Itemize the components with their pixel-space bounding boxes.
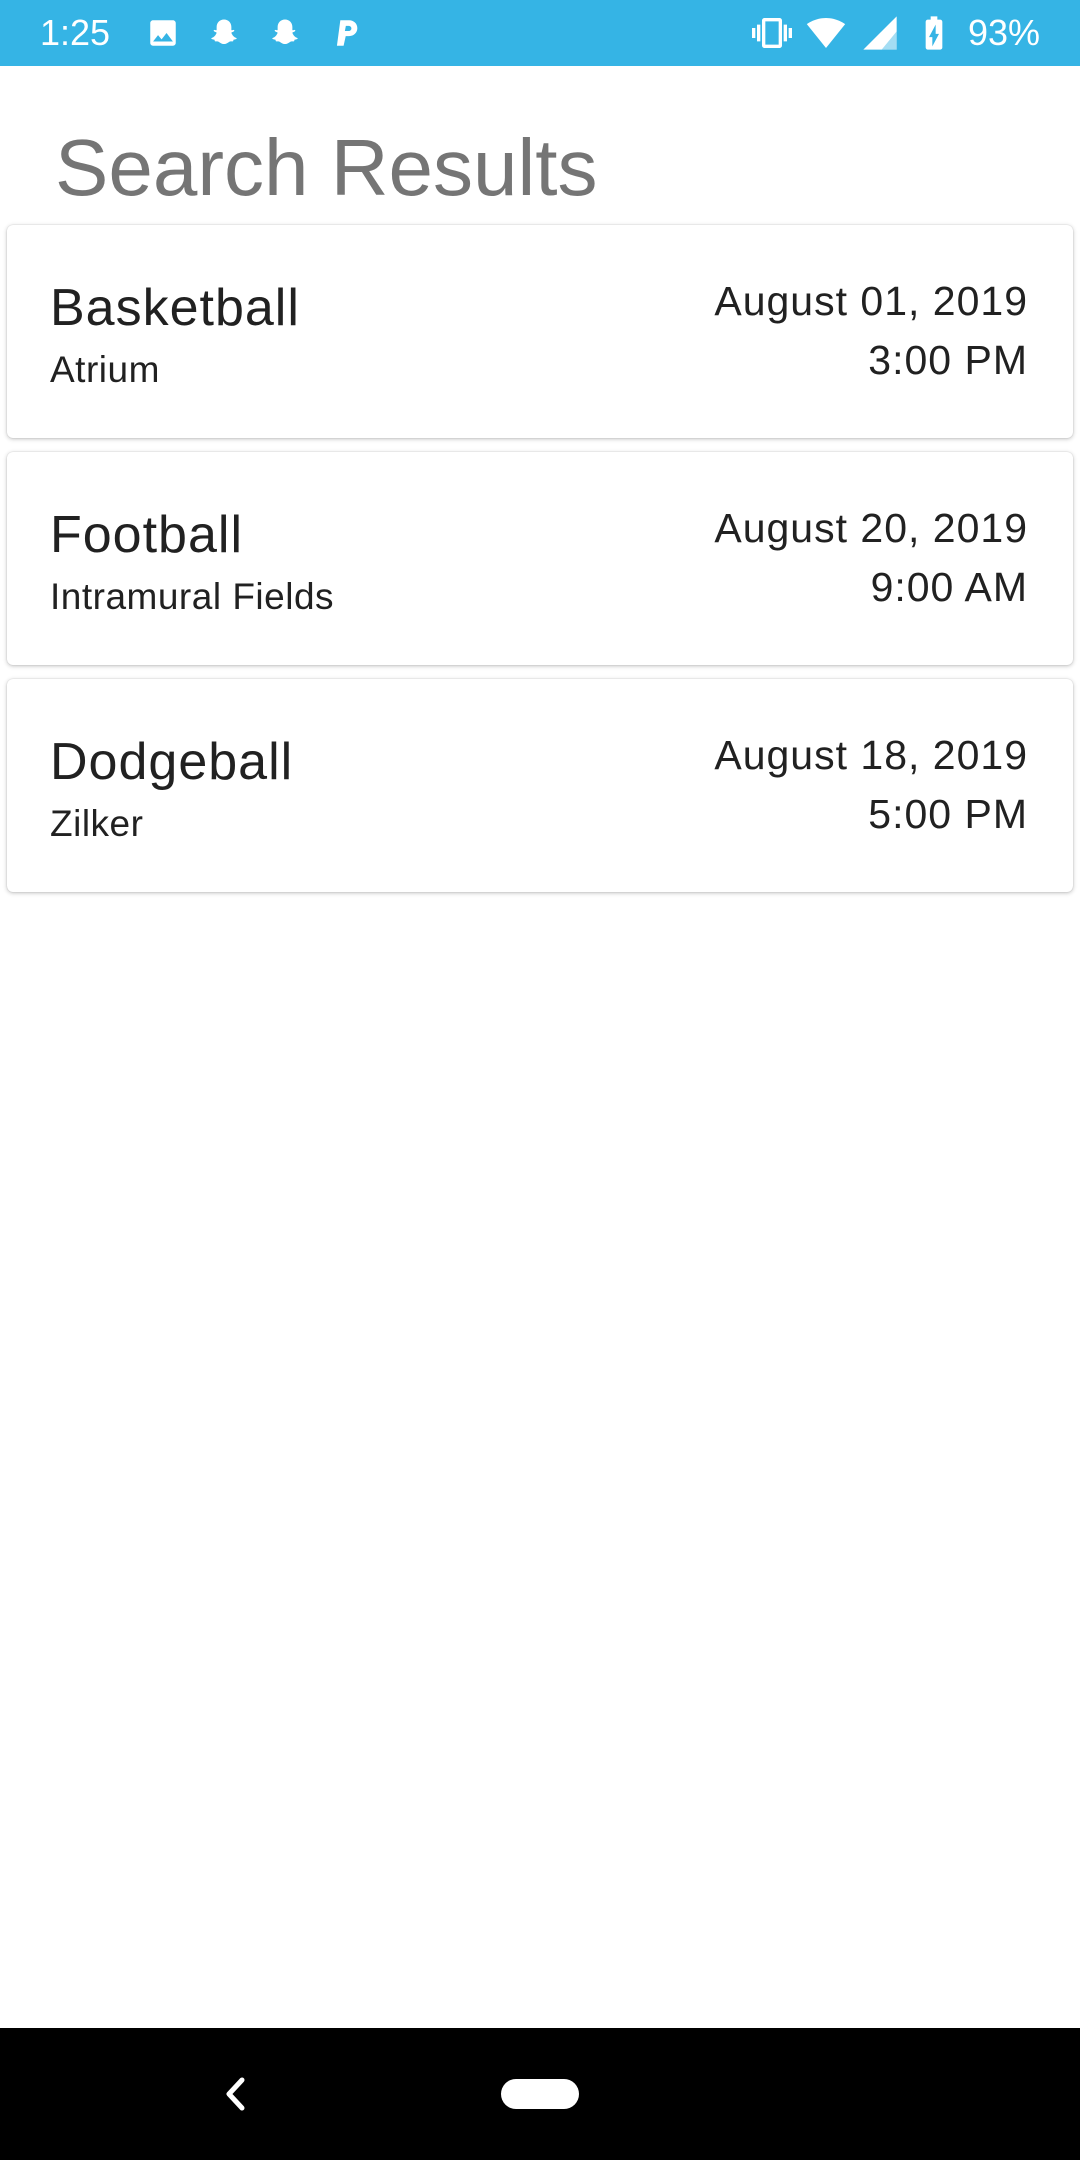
event-date: August 18, 2019 (714, 732, 1028, 778)
image-icon (145, 15, 181, 51)
event-title: Football (50, 506, 243, 564)
vibrate-icon (751, 13, 792, 53)
event-location: Atrium (50, 349, 160, 390)
battery-charging-icon (914, 13, 954, 53)
wifi-icon (806, 13, 846, 53)
event-location: Intramural Fields (50, 576, 335, 617)
result-card[interactable]: Dodgeball Zilker August 18, 2019 5:00 PM (7, 679, 1073, 892)
snapchat-icon (206, 15, 242, 51)
cell-signal-icon (860, 13, 900, 53)
battery-percent: 93% (967, 12, 1040, 53)
notification-icons (145, 14, 389, 52)
event-date: August 20, 2019 (714, 505, 1028, 551)
navigation-bar (0, 2028, 1080, 2160)
search-results-list: Basketball Atrium August 01, 2019 3:00 P… (7, 225, 1073, 906)
event-time: 3:00 PM (868, 337, 1028, 383)
event-title: Dodgeball (50, 733, 294, 791)
home-pill-icon[interactable] (501, 2079, 579, 2109)
status-time: 1:25 (40, 12, 111, 53)
event-time: 9:00 AM (870, 564, 1028, 610)
event-time: 5:00 PM (868, 791, 1028, 837)
event-title: Basketball (50, 279, 300, 337)
result-card[interactable]: Basketball Atrium August 01, 2019 3:00 P… (7, 225, 1073, 438)
back-icon[interactable] (215, 2072, 255, 2116)
event-location: Zilker (50, 803, 144, 844)
snapchat-icon (267, 15, 303, 51)
status-bar: 1:25 93% (0, 0, 1080, 66)
result-card[interactable]: Football Intramural Fields August 20, 20… (7, 452, 1073, 665)
parking-icon (328, 15, 364, 51)
event-date: August 01, 2019 (714, 278, 1028, 324)
system-status-icons: 93% (751, 12, 1040, 54)
page-title: Search Results (55, 123, 598, 212)
